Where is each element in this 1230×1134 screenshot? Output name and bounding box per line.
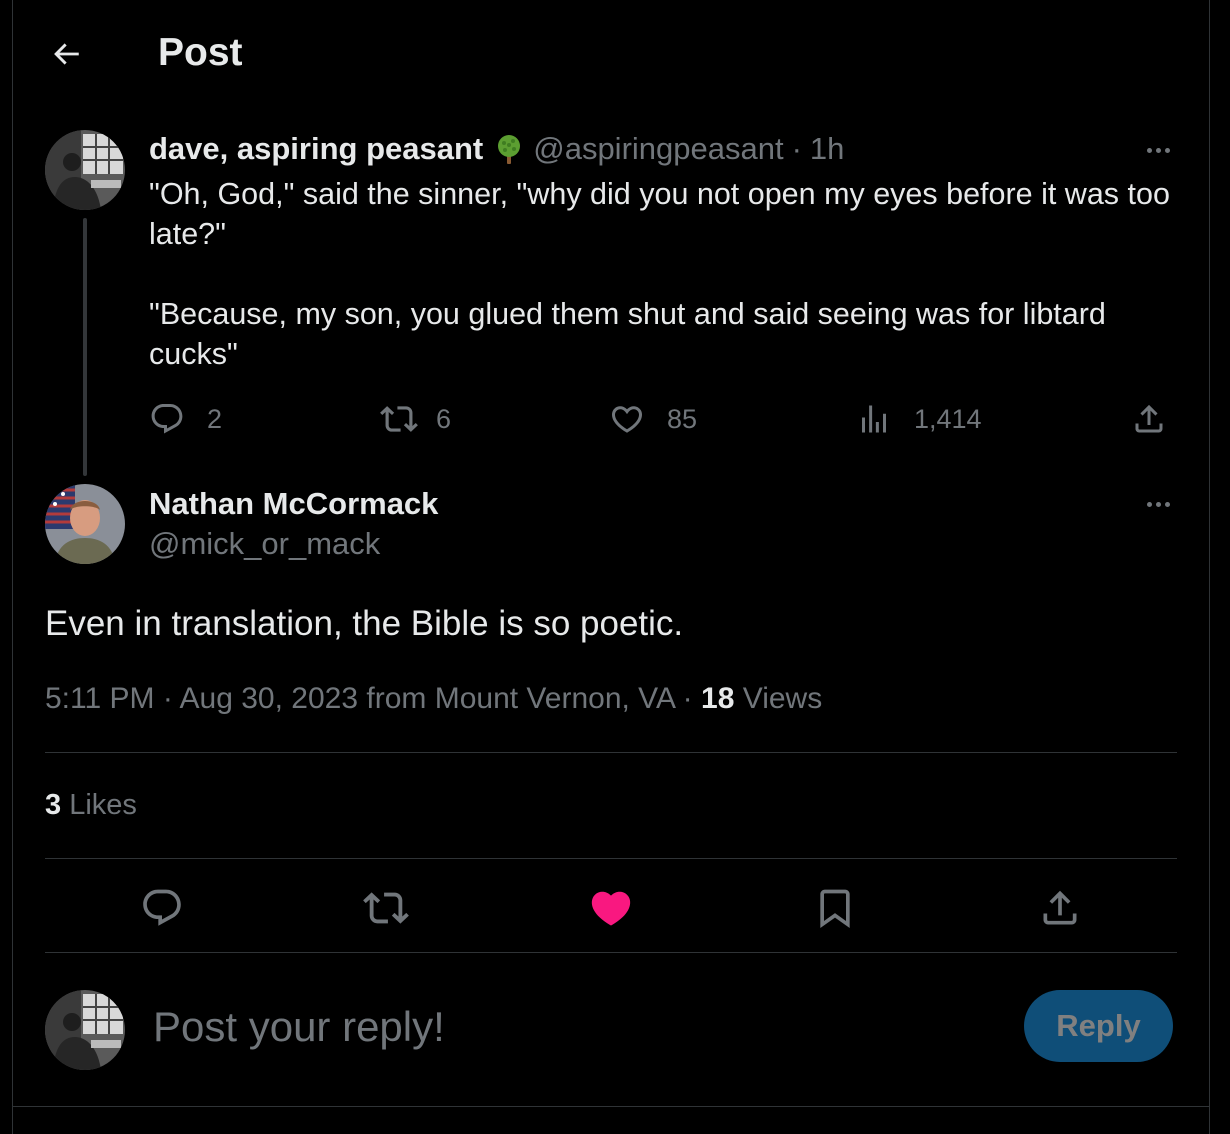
avatar-photo xyxy=(45,130,125,210)
divider xyxy=(45,858,1177,859)
meta-separator: · xyxy=(682,682,693,715)
heart-filled-icon xyxy=(591,891,631,926)
more-dot-icon xyxy=(1155,501,1161,507)
post-location: from Mount Vernon, VA xyxy=(366,682,675,715)
page-title: Post xyxy=(158,31,243,74)
main-author-name[interactable]: Nathan McCormack xyxy=(149,484,438,524)
repost-icon xyxy=(380,406,418,432)
repost-button[interactable] xyxy=(360,882,412,934)
parent-reply-count: 2 xyxy=(207,403,223,434)
tree-emoji-icon xyxy=(493,133,525,165)
divider xyxy=(45,752,1177,753)
main-author-handle[interactable]: @mick_or_mack xyxy=(149,524,380,564)
parent-like-action[interactable]: 85 xyxy=(609,398,697,440)
divider xyxy=(12,1106,1210,1107)
avatar-photo xyxy=(45,484,125,564)
reply-input[interactable]: Post your reply! xyxy=(153,1000,445,1054)
more-dot-icon xyxy=(1146,501,1152,507)
reply-submit-button[interactable]: Reply xyxy=(1024,990,1173,1062)
main-post-more-button[interactable] xyxy=(1134,489,1182,519)
share-button[interactable] xyxy=(1034,882,1086,934)
bookmark-icon xyxy=(820,889,850,929)
bookmark-button[interactable] xyxy=(809,882,861,934)
arrow-left-icon xyxy=(54,43,79,65)
parent-like-count: 85 xyxy=(667,403,698,434)
thread-connector-line xyxy=(83,218,87,476)
main-post-meta: 5:11 PM · Aug 30, 2023 from Mount Vernon… xyxy=(45,678,822,720)
current-user-avatar[interactable] xyxy=(45,990,125,1070)
more-dot-icon xyxy=(1155,147,1161,153)
share-icon xyxy=(1135,404,1163,433)
parent-view-count: 1,414 xyxy=(914,403,982,434)
likes-summary[interactable]: 3 Likes xyxy=(45,784,137,826)
parent-views-action[interactable]: 1,414 xyxy=(856,398,982,440)
parent-author-avatar[interactable] xyxy=(45,130,125,210)
parent-share-action[interactable] xyxy=(1131,398,1167,440)
header-separator: · xyxy=(791,131,802,166)
post-time[interactable]: 5:11 PM xyxy=(45,682,155,715)
parent-post-paragraph: "Oh, God," said the sinner, "why did you… xyxy=(149,177,1170,251)
share-icon xyxy=(1043,890,1077,925)
likes-count: 3 xyxy=(45,789,62,821)
divider xyxy=(45,952,1177,953)
post-date[interactable]: Aug 30, 2023 xyxy=(180,682,359,715)
meta-separator: · xyxy=(162,682,173,715)
parent-reply-action[interactable]: 2 xyxy=(149,398,222,440)
heart-icon xyxy=(611,406,643,433)
reply-icon xyxy=(143,889,181,926)
more-dot-icon xyxy=(1146,147,1152,153)
reply-icon xyxy=(151,404,183,434)
parent-post-paragraph: "Because, my son, you glued them shut an… xyxy=(149,297,1106,371)
post-views-label: Views xyxy=(742,682,823,715)
post-views-count: 18 xyxy=(701,682,735,715)
main-post-text: Even in translation, the Bible is so poe… xyxy=(45,604,684,643)
analytics-icon xyxy=(862,405,886,433)
more-dot-icon xyxy=(1164,501,1170,507)
parent-repost-action[interactable]: 6 xyxy=(380,398,451,440)
parent-author-name[interactable]: dave, aspiring peasant xyxy=(149,131,483,167)
parent-author-handle[interactable]: @aspiringpeasant xyxy=(533,131,783,167)
parent-repost-count: 6 xyxy=(436,403,452,434)
parent-post-more-button[interactable] xyxy=(1134,135,1182,165)
main-author-avatar[interactable] xyxy=(45,484,125,564)
avatar-photo xyxy=(45,990,125,1070)
likes-label: Likes xyxy=(69,789,137,821)
reply-button[interactable] xyxy=(136,882,188,934)
parent-post-time[interactable]: 1h xyxy=(810,131,844,167)
repost-icon xyxy=(363,892,409,924)
more-dot-icon xyxy=(1164,147,1170,153)
parent-post-text: "Oh, God," said the sinner, "why did you… xyxy=(149,174,1189,374)
back-button[interactable] xyxy=(42,30,90,78)
like-button[interactable] xyxy=(585,882,637,934)
parent-post-header: dave, aspiring peasant @aspiringpeasant … xyxy=(149,128,844,170)
post-page-frame xyxy=(12,0,1210,1134)
